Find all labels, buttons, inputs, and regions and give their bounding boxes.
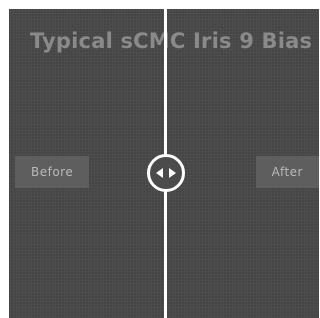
after-label: After [255,156,319,188]
image-title: Typical sCMC Iris 9 Bias [30,29,313,53]
before-label: Before [15,156,90,188]
slider-handle[interactable] [147,154,185,192]
left-right-arrows-icon [156,167,176,179]
comparison-viewer[interactable]: Typical sCMC Iris 9 Bias Before After [9,9,319,318]
